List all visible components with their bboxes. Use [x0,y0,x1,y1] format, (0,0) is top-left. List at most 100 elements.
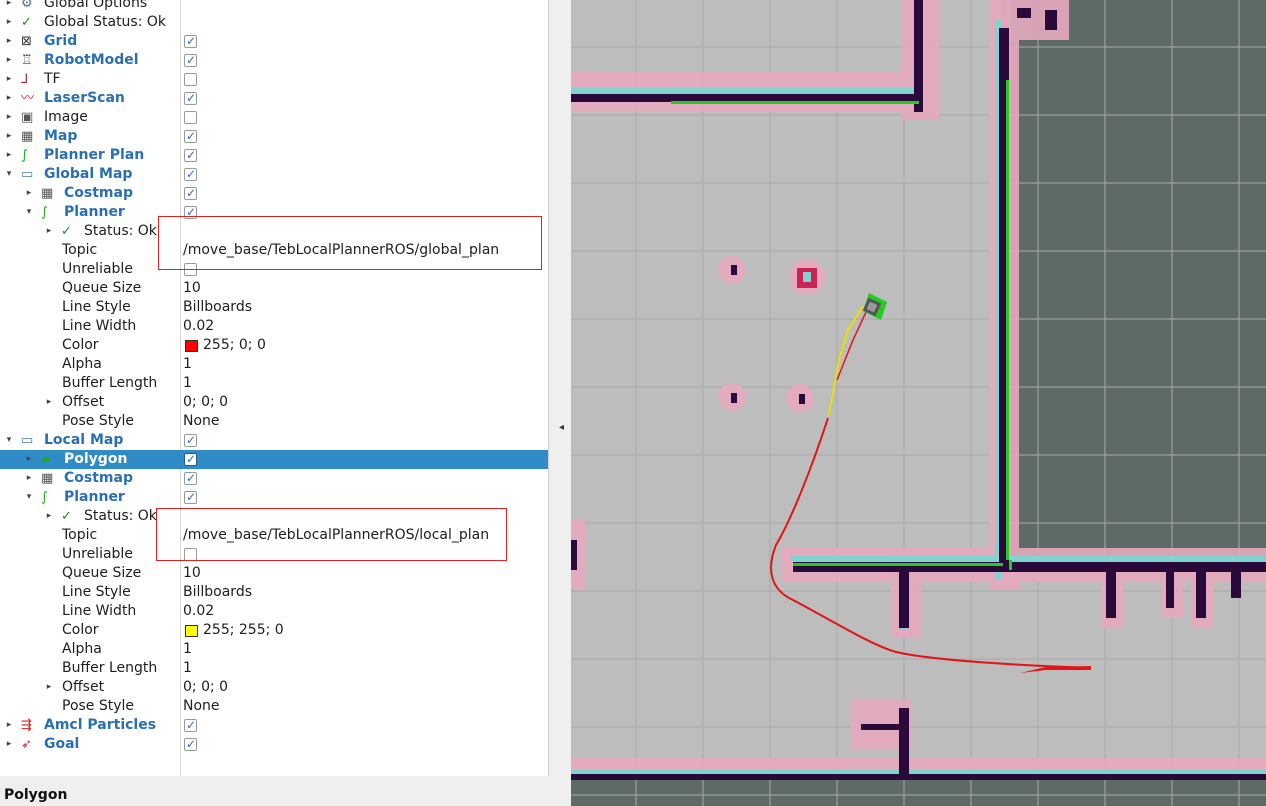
map-icon: ▦ [21,129,34,144]
tree-row[interactable]: Color 255; 0; 0 [0,336,548,355]
collapse-arrow-icon[interactable]: ◂ [559,422,564,433]
collapsed-arrow-icon[interactable]: ▸ [24,469,34,488]
collapsed-arrow-icon[interactable]: ▸ [4,51,14,70]
tree-row[interactable]: Queue Size 10 [0,564,548,583]
enable-checkbox[interactable] [184,184,197,203]
tree-row-label: Queue Size [62,280,142,296]
tree-row[interactable]: Alpha 1 [0,355,548,374]
expanded-arrow-icon[interactable]: ▾ [4,165,14,184]
tree-row[interactable]: Line Width 0.02 [0,317,548,336]
color-swatch[interactable] [185,340,198,352]
tree-row[interactable]: ▸ ⚙ Global Options [0,0,548,13]
tree-row[interactable]: ▾ ▭ Local Map [0,431,548,450]
enable-checkbox[interactable] [184,431,197,450]
property-value[interactable]: None [183,412,220,431]
collapsed-arrow-icon[interactable]: ▸ [4,716,14,735]
collapsed-arrow-icon[interactable]: ▸ [4,89,14,108]
collapsed-arrow-icon[interactable]: ▸ [4,32,14,51]
property-value[interactable]: 10 [183,279,201,298]
enable-checkbox[interactable] [184,32,197,51]
property-value[interactable]: 255; 255; 0 [203,621,284,640]
tree-row[interactable]: ▸ ⅃ TF [0,70,548,89]
enable-checkbox[interactable] [184,488,197,507]
enable-checkbox[interactable] [184,735,197,754]
property-value[interactable]: Billboards [183,583,252,602]
tree-row[interactable]: ▸ ▦ Costmap [0,469,548,488]
tree-row[interactable]: ▾ ∫ Planner [0,488,548,507]
tree-row-label: Planner [64,489,125,505]
property-value[interactable]: 1 [183,374,192,393]
collapsed-arrow-icon[interactable]: ▸ [44,393,54,412]
property-value[interactable]: Billboards [183,298,252,317]
collapsed-arrow-icon[interactable]: ▸ [4,127,14,146]
property-value[interactable]: 1 [183,355,192,374]
property-value[interactable]: 10 [183,564,201,583]
collapsed-arrow-icon[interactable]: ▸ [24,184,34,203]
tree-row[interactable]: ▸ ▰ Polygon [0,450,548,469]
property-value[interactable]: 1 [183,659,192,678]
tree-row[interactable]: Line Style Billboards [0,298,548,317]
enable-checkbox[interactable] [184,127,197,146]
collapsed-arrow-icon[interactable]: ▸ [24,450,34,469]
tree-row-label: Planner Plan [44,147,145,163]
enable-checkbox[interactable] [184,51,197,70]
enable-checkbox[interactable] [184,73,197,86]
tree-row[interactable]: ▸ Offset 0; 0; 0 [0,678,548,697]
tree-row[interactable]: ▸ Offset 0; 0; 0 [0,393,548,412]
tree-row[interactable]: Line Width 0.02 [0,602,548,621]
tree-row[interactable]: Line Style Billboards [0,583,548,602]
tree-row-label: Polygon [64,451,128,467]
tree-row[interactable]: Pose Style None [0,697,548,716]
collapsed-arrow-icon[interactable]: ▸ [4,70,14,89]
expanded-arrow-icon[interactable]: ▾ [24,488,34,507]
tree-row-label: Map [44,128,78,144]
tree-row[interactable]: ▸ ▦ Map [0,127,548,146]
panel-splitter[interactable] [549,0,571,806]
expanded-arrow-icon[interactable]: ▾ [24,203,34,222]
color-swatch[interactable] [185,625,198,637]
property-value[interactable]: 0.02 [183,317,214,336]
tree-row[interactable]: Alpha 1 [0,640,548,659]
enable-checkbox[interactable] [184,165,197,184]
enable-checkbox[interactable] [184,469,197,488]
property-value[interactable]: 255; 0; 0 [203,336,266,355]
property-value[interactable]: 0; 0; 0 [183,678,228,697]
tree-row[interactable]: ▸ ⇶ Amcl Particles [0,716,548,735]
property-value[interactable]: None [183,697,220,716]
tree-row[interactable]: ▸ 〰 LaserScan [0,89,548,108]
particles-icon: ⇶ [21,718,32,733]
tree-row-label: Costmap [64,185,133,201]
enable-checkbox[interactable] [184,146,197,165]
enable-checkbox[interactable] [184,89,197,108]
tree-row[interactable]: ▸ ✓ Global Status: Ok [0,13,548,32]
goal-icon: ➶ [21,737,32,752]
enable-checkbox[interactable] [184,716,197,735]
enable-checkbox[interactable] [184,450,197,469]
tree-row[interactable]: ▸ ➶ Goal [0,735,548,754]
tree-row[interactable]: ▸ ⊠ Grid [0,32,548,51]
tree-row[interactable]: ▾ ▭ Global Map [0,165,548,184]
tree-row[interactable]: ▸ ∫ Planner Plan [0,146,548,165]
tree-row[interactable]: Queue Size 10 [0,279,548,298]
tree-row[interactable]: Buffer Length 1 [0,374,548,393]
tree-row[interactable]: Buffer Length 1 [0,659,548,678]
collapsed-arrow-icon[interactable]: ▸ [4,0,14,13]
tree-row[interactable]: Color 255; 255; 0 [0,621,548,640]
tree-row[interactable]: ▸ ▣ Image [0,108,548,127]
property-value[interactable]: 0; 0; 0 [183,393,228,412]
collapsed-arrow-icon[interactable]: ▸ [4,108,14,127]
collapsed-arrow-icon[interactable]: ▸ [4,146,14,165]
tree-row[interactable]: ▸ ♖ RobotModel [0,51,548,70]
enable-checkbox[interactable] [184,111,197,124]
expanded-arrow-icon[interactable]: ▾ [4,431,14,450]
collapsed-arrow-icon[interactable]: ▸ [4,13,14,32]
property-value[interactable]: 1 [183,640,192,659]
3d-view[interactable] [571,0,1266,806]
collapsed-arrow-icon[interactable]: ▸ [44,507,54,526]
collapsed-arrow-icon[interactable]: ▸ [44,222,54,241]
tree-row[interactable]: ▸ ▦ Costmap [0,184,548,203]
collapsed-arrow-icon[interactable]: ▸ [4,735,14,754]
tree-row[interactable]: Pose Style None [0,412,548,431]
property-value[interactable]: 0.02 [183,602,214,621]
collapsed-arrow-icon[interactable]: ▸ [44,678,54,697]
